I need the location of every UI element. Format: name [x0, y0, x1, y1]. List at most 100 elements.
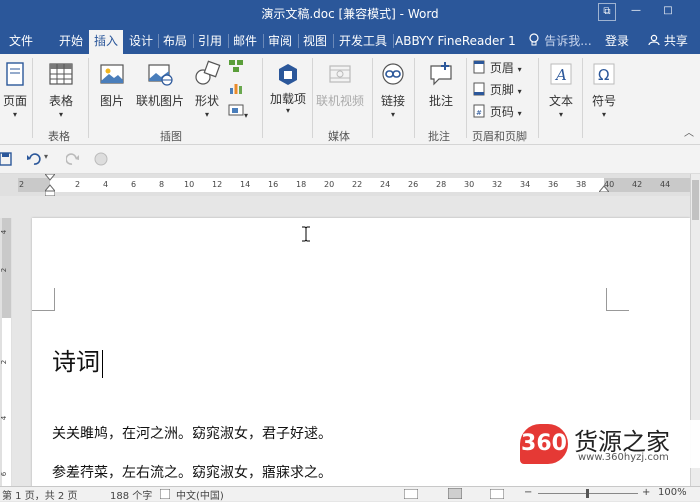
- window-title: 演示文稿.doc [兼容模式] - Word: [261, 7, 439, 21]
- ruler-tick: 32: [492, 180, 503, 189]
- tab-insert[interactable]: 插入: [89, 30, 123, 54]
- ruler-tick: 16: [268, 180, 279, 189]
- online-picture-button[interactable]: 联机图片: [132, 54, 188, 124]
- chart-icon: [230, 84, 242, 94]
- watermark-logo: 360: [520, 424, 568, 464]
- ruler-tick: 18: [296, 180, 307, 189]
- table-button[interactable]: 表格 ▾: [40, 54, 82, 124]
- chart-button[interactable]: [228, 80, 248, 100]
- lightbulb-icon: [529, 33, 539, 46]
- tab-review[interactable]: 审阅: [265, 30, 295, 52]
- tab-mailings[interactable]: 邮件: [230, 30, 260, 52]
- share-button[interactable]: 共享: [640, 30, 696, 52]
- redo-icon[interactable]: [66, 152, 80, 166]
- horizontal-ruler[interactable]: 2 2 4 6 8 10 12 14 16 18 20 22 24 26 28 …: [0, 174, 690, 196]
- group-separator: [466, 58, 467, 138]
- tab-separator: [263, 34, 264, 48]
- collapse-ribbon-icon[interactable]: ︿: [684, 124, 694, 139]
- comment-button[interactable]: 批注: [420, 54, 462, 124]
- ribbon-display-options-button[interactable]: ⧉: [598, 3, 616, 21]
- comment-icon: [430, 62, 452, 86]
- proofing-icon[interactable]: [160, 489, 170, 499]
- vruler-tick: 2: [0, 359, 9, 365]
- person-icon: [648, 34, 660, 46]
- tab-view[interactable]: 视图: [300, 30, 330, 52]
- dropdown-icon: ▾: [558, 110, 563, 119]
- dropdown-icon: ▾: [601, 110, 606, 119]
- print-layout-icon[interactable]: [448, 488, 462, 499]
- document-paragraph[interactable]: 参差荇菜，左右流之。窈窕淑女，寤寐求之。: [52, 462, 332, 482]
- read-mode-icon[interactable]: [404, 489, 418, 499]
- tab-file[interactable]: 文件: [0, 30, 42, 52]
- header-icon: [473, 60, 485, 74]
- first-line-indent-marker[interactable]: [45, 174, 55, 196]
- tab-layout[interactable]: 布局: [160, 30, 190, 52]
- comment-label: 批注: [428, 94, 453, 108]
- online-video-button[interactable]: 联机视频: [314, 54, 366, 124]
- group-separator: [414, 58, 415, 138]
- vruler-tick: 6: [0, 471, 9, 477]
- shapes-icon: [195, 60, 221, 85]
- scrollbar-thumb[interactable]: [692, 180, 699, 220]
- link-icon: [382, 63, 404, 85]
- text-label: 文本: [548, 94, 573, 108]
- zoom-in-icon[interactable]: +: [642, 487, 650, 498]
- undo-dropdown-icon[interactable]: ▾: [44, 152, 48, 161]
- page-number-label: 页码: [489, 105, 514, 119]
- tell-me-box[interactable]: 告诉我...: [524, 30, 596, 52]
- group-label-tables: 表格: [48, 130, 70, 143]
- right-indent-marker[interactable]: [599, 184, 609, 192]
- online-picture-label: 联机图片: [135, 94, 184, 108]
- picture-button[interactable]: 图片: [94, 54, 130, 124]
- ruler-tick: 2: [75, 180, 81, 189]
- ruler-tick: 14: [240, 180, 251, 189]
- ruler-tick: 12: [212, 180, 223, 189]
- maximize-button[interactable]: □: [660, 3, 676, 19]
- footer-button[interactable]: 页脚 ▾: [472, 80, 536, 100]
- web-layout-icon[interactable]: [490, 489, 504, 499]
- document-paragraph[interactable]: 关关雎鸠，在河之洲。窈窕淑女，君子好逑。: [52, 423, 332, 443]
- ruler-tick: 30: [464, 180, 475, 189]
- text-button[interactable]: A 文本 ▾: [542, 54, 580, 124]
- zoom-level[interactable]: 100%: [658, 487, 687, 498]
- tab-abbyy-finereader[interactable]: ABBYY FineReader 1: [395, 30, 515, 52]
- tab-references[interactable]: 引用: [195, 30, 225, 52]
- ruler-tick: 2: [19, 180, 25, 189]
- online-picture-icon: [148, 64, 173, 86]
- footer-label: 页脚: [489, 83, 514, 97]
- document-heading[interactable]: 诗词: [52, 342, 103, 378]
- symbol-button[interactable]: Ω 符号 ▾: [586, 54, 622, 124]
- smartart-button[interactable]: [228, 58, 248, 78]
- header-button[interactable]: 页眉 ▾: [472, 58, 536, 78]
- pages-label: 页面: [2, 94, 27, 108]
- zoom-slider-thumb[interactable]: [586, 489, 589, 498]
- pages-button[interactable]: 页面 ▾: [0, 54, 30, 124]
- title-bar: 演示文稿.doc [兼容模式] - Word ⧉ — □: [0, 0, 700, 26]
- ruler-tick: 28: [436, 180, 447, 189]
- margin-corner-mark: [606, 288, 629, 311]
- group-separator: [312, 58, 313, 138]
- addins-label: 加载项: [269, 92, 306, 106]
- dropdown-icon: ▾: [390, 110, 395, 119]
- tab-design[interactable]: 设计: [126, 30, 156, 52]
- group-separator: [372, 58, 373, 138]
- vertical-ruler[interactable]: 4 2 2 4 6: [0, 218, 12, 486]
- save-icon[interactable]: [0, 152, 12, 166]
- screenshot-button[interactable]: ▾: [228, 102, 256, 122]
- ruler-tick: 36: [548, 180, 559, 189]
- page-number-button[interactable]: # 页码 ▾: [472, 102, 536, 122]
- tab-separator: [193, 34, 194, 48]
- tab-home[interactable]: 开始: [53, 30, 89, 52]
- text-box-icon: A: [550, 63, 572, 85]
- shapes-button[interactable]: 形状 ▾: [190, 54, 224, 124]
- picture-label: 图片: [99, 94, 124, 108]
- link-button[interactable]: 链接 ▾: [376, 54, 410, 124]
- sign-in-link[interactable]: 登录: [600, 30, 634, 52]
- touch-mode-icon[interactable]: [94, 152, 108, 166]
- quick-access-toolbar: ▾: [0, 145, 700, 174]
- zoom-out-icon[interactable]: −: [524, 487, 532, 498]
- undo-icon[interactable]: [26, 152, 42, 166]
- addins-button[interactable]: 加载项 ▾: [268, 54, 308, 124]
- minimize-button[interactable]: —: [628, 3, 644, 19]
- tab-developer[interactable]: 开发工具: [335, 30, 391, 52]
